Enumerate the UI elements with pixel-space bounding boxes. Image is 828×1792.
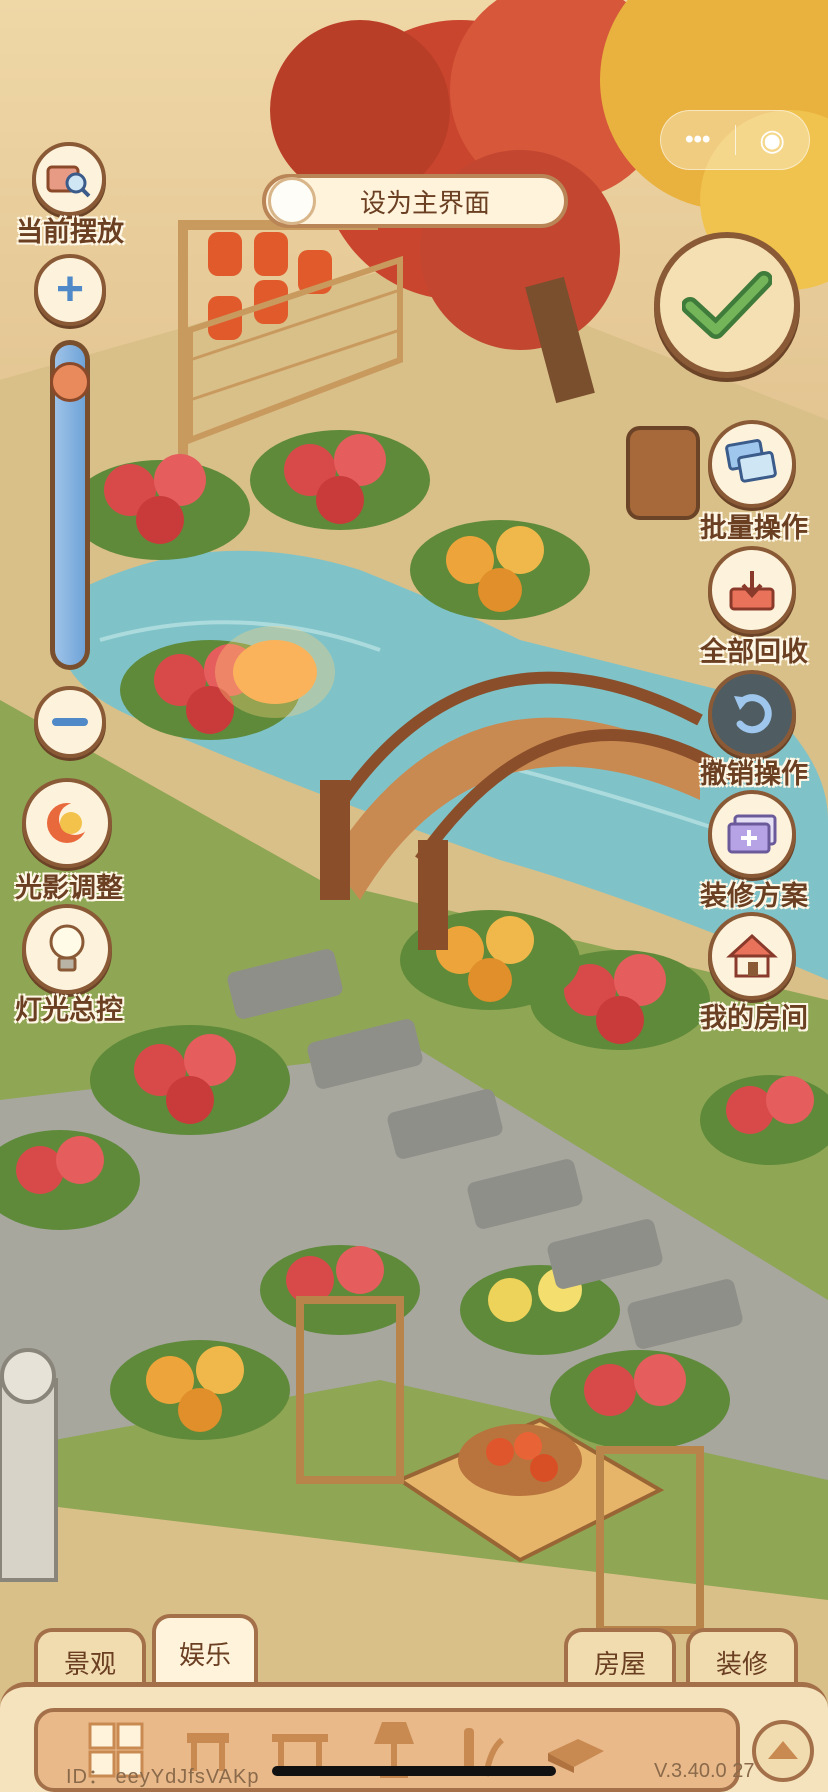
zoom-in-button[interactable]: + bbox=[34, 254, 106, 326]
barrel bbox=[626, 426, 700, 520]
decor-plan-label: 装修方案 bbox=[700, 881, 808, 911]
minus-icon bbox=[52, 718, 88, 726]
tab-landscape-label: 景观 bbox=[63, 1648, 116, 1679]
set-main-screen-toggle[interactable]: 设为主界面 bbox=[262, 174, 568, 228]
current-placement-button[interactable] bbox=[32, 142, 106, 216]
undo-button[interactable] bbox=[708, 670, 796, 758]
my-room-label: 我的房间 bbox=[700, 1003, 808, 1033]
zoom-out-button[interactable] bbox=[34, 686, 106, 758]
tab-entertainment[interactable]: 娱乐 bbox=[152, 1614, 258, 1688]
add-plan-icon bbox=[727, 814, 777, 854]
batch-select-icon bbox=[725, 439, 777, 483]
close-capsule-icon[interactable]: ◉ bbox=[736, 123, 810, 158]
tab-renovation-label: 装修 bbox=[715, 1648, 768, 1679]
set-main-screen-label: 设为主界面 bbox=[359, 187, 490, 218]
undo-label: 撤销操作 bbox=[700, 759, 808, 789]
recycle-all-button[interactable] bbox=[708, 546, 796, 634]
placement-search-icon bbox=[46, 165, 91, 198]
tab-entertainment-label: 娱乐 bbox=[178, 1639, 231, 1670]
lights-master-button[interactable] bbox=[22, 904, 112, 994]
home-indicator bbox=[272, 1766, 556, 1776]
tab-house-label: 房屋 bbox=[593, 1648, 646, 1679]
house-icon bbox=[726, 933, 778, 978]
stone-pillar bbox=[0, 1378, 58, 1582]
lighting-adjust-button[interactable] bbox=[22, 778, 112, 868]
my-room-button[interactable] bbox=[708, 912, 796, 1000]
recycle-all-label: 全部回收 bbox=[700, 637, 808, 667]
recycle-tray-icon bbox=[729, 571, 775, 611]
batch-operation-button[interactable] bbox=[708, 420, 796, 508]
decor-plan-button[interactable] bbox=[708, 790, 796, 878]
version-number: V.3.40.0 27 bbox=[654, 1760, 755, 1782]
light-bulb-icon bbox=[49, 924, 85, 972]
more-icon[interactable]: ••• bbox=[661, 126, 735, 154]
expand-panel-button[interactable] bbox=[752, 1720, 814, 1782]
batch-operation-label: 批量操作 bbox=[700, 513, 808, 543]
zoom-slider-knob[interactable] bbox=[50, 362, 90, 402]
undo-arrow-icon bbox=[734, 694, 772, 734]
toggle-knob bbox=[268, 177, 316, 225]
player-id: ID： eeyYdJfsVAKp bbox=[66, 1766, 260, 1788]
lighting-adjust-label: 光影调整 bbox=[15, 873, 123, 903]
plus-icon: + bbox=[55, 263, 85, 316]
checkmark-icon bbox=[682, 271, 772, 339]
confirm-button[interactable] bbox=[654, 232, 800, 378]
current-placement-label: 当前摆放 bbox=[16, 217, 124, 247]
lights-master-label: 灯光总控 bbox=[15, 995, 123, 1025]
sun-moon-icon bbox=[47, 803, 91, 843]
chevron-up-icon bbox=[768, 1741, 798, 1759]
miniprogram-capsule: ••• ◉ bbox=[660, 110, 810, 170]
